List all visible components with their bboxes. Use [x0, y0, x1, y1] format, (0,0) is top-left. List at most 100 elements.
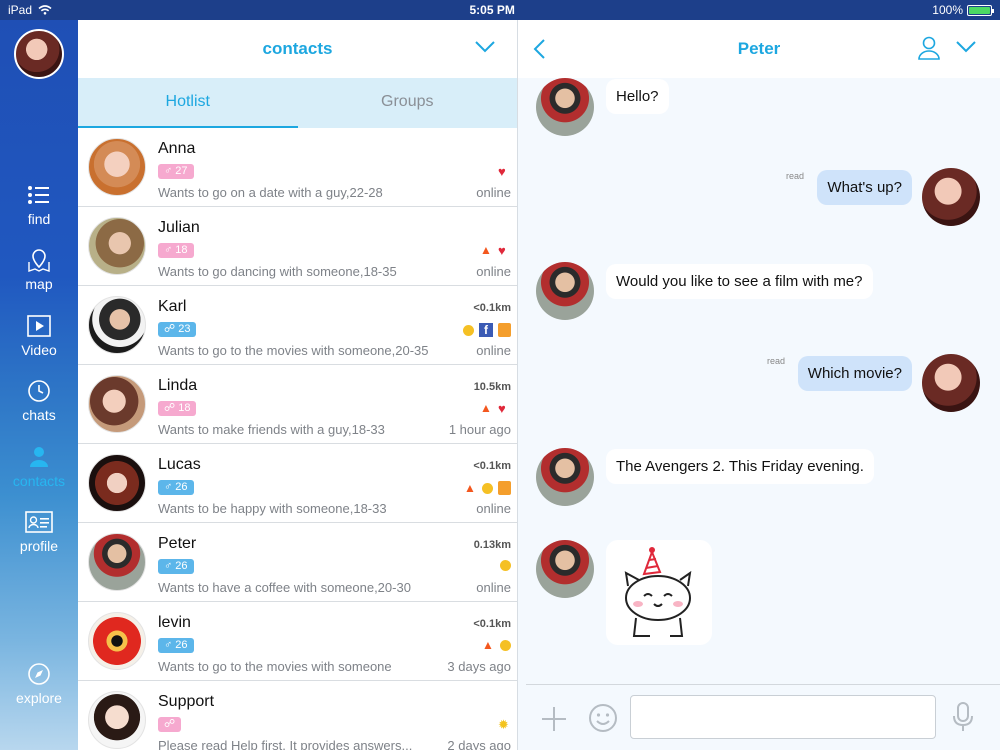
contact-status: Wants to make friends with a guy,18-33 [158, 422, 385, 437]
device-label: iPad [8, 3, 33, 17]
back-arrow-icon[interactable] [532, 38, 546, 60]
microphone-icon[interactable] [952, 701, 974, 733]
contact-status: Wants to go to the movies with someone [158, 659, 392, 674]
gender-age-badge: ♂ 27 [158, 164, 194, 179]
list-icon [28, 186, 49, 204]
nav-map[interactable]: map [0, 248, 78, 292]
profile-icon[interactable] [918, 36, 940, 60]
message-input-bar [526, 684, 1000, 750]
tab-groups[interactable]: Groups [298, 78, 518, 128]
contact-avatar[interactable] [88, 375, 146, 433]
app-icon [498, 323, 511, 337]
gender-age-badge: ♂ 18 [158, 243, 194, 258]
contact-row[interactable]: Linda ☍ 18 Wants to make friends with a gu… [78, 365, 517, 444]
nav-video[interactable]: Video [0, 314, 78, 358]
chevron-down-icon[interactable] [475, 40, 495, 54]
contact-name: Lucas [158, 456, 201, 473]
gender-age-badge: ☍ 23 [158, 322, 197, 337]
contact-icons: ▲ ♥ [480, 243, 511, 258]
contact-status: Wants to go on a date with a guy,22-28 [158, 185, 383, 200]
nav-contacts[interactable]: contacts [0, 445, 78, 489]
contacts-panel: contacts Hotlist Groups Anna ♂ 27 Wants to… [78, 20, 518, 750]
nav-chats[interactable]: chats [0, 379, 78, 423]
contact-status: Wants to have a coffee with someone,20-3… [158, 580, 411, 595]
nav-contacts-label: contacts [12, 473, 66, 489]
gender-age-badge: ☍ [158, 717, 182, 732]
nav-profile-label: profile [19, 538, 59, 554]
plus-icon[interactable] [540, 705, 568, 733]
chevron-down-icon[interactable] [956, 40, 976, 54]
contacts-title: contacts [262, 39, 333, 58]
contact-avatar[interactable] [88, 454, 146, 512]
cat-icon [624, 547, 692, 637]
nav-explore-label: explore [16, 690, 62, 706]
peter-avatar[interactable] [536, 448, 594, 506]
contact-status: Please read Help first. It provides answ… [158, 738, 413, 750]
video-icon [27, 315, 51, 337]
contact-avatar[interactable] [88, 217, 146, 275]
battery-percent: 100% [932, 3, 963, 17]
contact-icons: ♥ [498, 165, 511, 178]
status-bar: iPad 5:05 PM 100% [0, 0, 1000, 20]
message-bubble: Would you like to see a film with me? [606, 264, 873, 299]
message-input[interactable] [630, 695, 936, 739]
star-icon: ✹ [498, 717, 509, 732]
peter-avatar[interactable] [536, 262, 594, 320]
fire-icon: ▲ [464, 480, 476, 495]
heart-icon: ♥ [498, 401, 506, 416]
coin-icon [500, 560, 511, 571]
my-avatar[interactable] [14, 29, 64, 79]
contact-avatar[interactable] [88, 612, 146, 670]
fire-icon: ▲ [482, 638, 494, 652]
contact-avatar[interactable] [88, 296, 146, 354]
presence-label: online [476, 580, 511, 595]
contact-row[interactable]: Lucas ♂ 26 Wants to be happy with someone,… [78, 444, 517, 523]
contacts-tabs: Hotlist Groups [78, 78, 517, 128]
my-avatar[interactable] [922, 354, 980, 412]
contacts-header: contacts [78, 20, 517, 78]
message-bubble: Which movie? [797, 356, 912, 391]
fire-icon: ▲ [480, 401, 492, 415]
contact-avatar[interactable] [88, 138, 146, 196]
gender-age-badge: ☍ 18 [158, 401, 197, 416]
contact-name: Peter [158, 535, 197, 552]
cat-sticker[interactable] [606, 540, 712, 645]
chat-header: Peter [518, 20, 1000, 78]
nav-profile[interactable]: profile [0, 510, 78, 554]
id-card-icon [25, 511, 53, 533]
nav-video-label: Video [21, 342, 57, 358]
contact-icons: f [463, 323, 511, 337]
distance-label: <0.1km [473, 618, 511, 630]
contact-icons: ▲ [482, 639, 511, 652]
contact-list: Anna ♂ 27 Wants to go on a date with a guy… [78, 128, 517, 750]
contact-row[interactable]: Anna ♂ 27 Wants to go on a date with a guy… [78, 128, 517, 207]
contact-row[interactable]: Support ☍ Please read Help first. It provi… [78, 681, 517, 750]
gender-age-badge: ♂ 26 [158, 638, 194, 653]
contact-row[interactable]: Peter ♂ 26 Wants to have a coffee with som… [78, 523, 517, 602]
clock: 5:05 PM [469, 3, 515, 17]
heart-icon: ♥ [498, 243, 506, 258]
contact-avatar[interactable] [88, 533, 146, 591]
message-bubble: Hello? [606, 79, 669, 114]
nav-explore[interactable]: explore [0, 662, 78, 706]
contact-icons: ▲ [464, 481, 511, 495]
distance-label: <0.1km [473, 302, 511, 314]
presence-label: online [476, 501, 511, 516]
contact-avatar[interactable] [88, 691, 146, 749]
contact-name: Karl [158, 298, 187, 315]
my-avatar[interactable] [922, 168, 980, 226]
emoji-icon[interactable] [588, 703, 618, 733]
message-bubble: The Avengers 2. This Friday evening. [606, 449, 874, 484]
person-icon [30, 447, 48, 467]
nav-find[interactable]: find [0, 183, 78, 227]
compass-icon [28, 663, 50, 685]
read-receipt: read [786, 171, 805, 181]
contact-row[interactable]: levin ♂ 26 Wants to go to the movies with … [78, 602, 517, 681]
contact-row[interactable]: Julian ♂ 18 Wants to go dancing with someo… [78, 207, 517, 286]
tab-hotlist[interactable]: Hotlist [78, 78, 298, 128]
contact-status: Wants to go dancing with someone,18-35 [158, 264, 397, 279]
contact-row[interactable]: Karl ☍ 23 Wants to go to the movies with s… [78, 286, 517, 365]
peter-avatar[interactable] [536, 540, 594, 598]
fire-icon: ▲ [480, 243, 492, 257]
peter-avatar[interactable] [536, 78, 594, 136]
